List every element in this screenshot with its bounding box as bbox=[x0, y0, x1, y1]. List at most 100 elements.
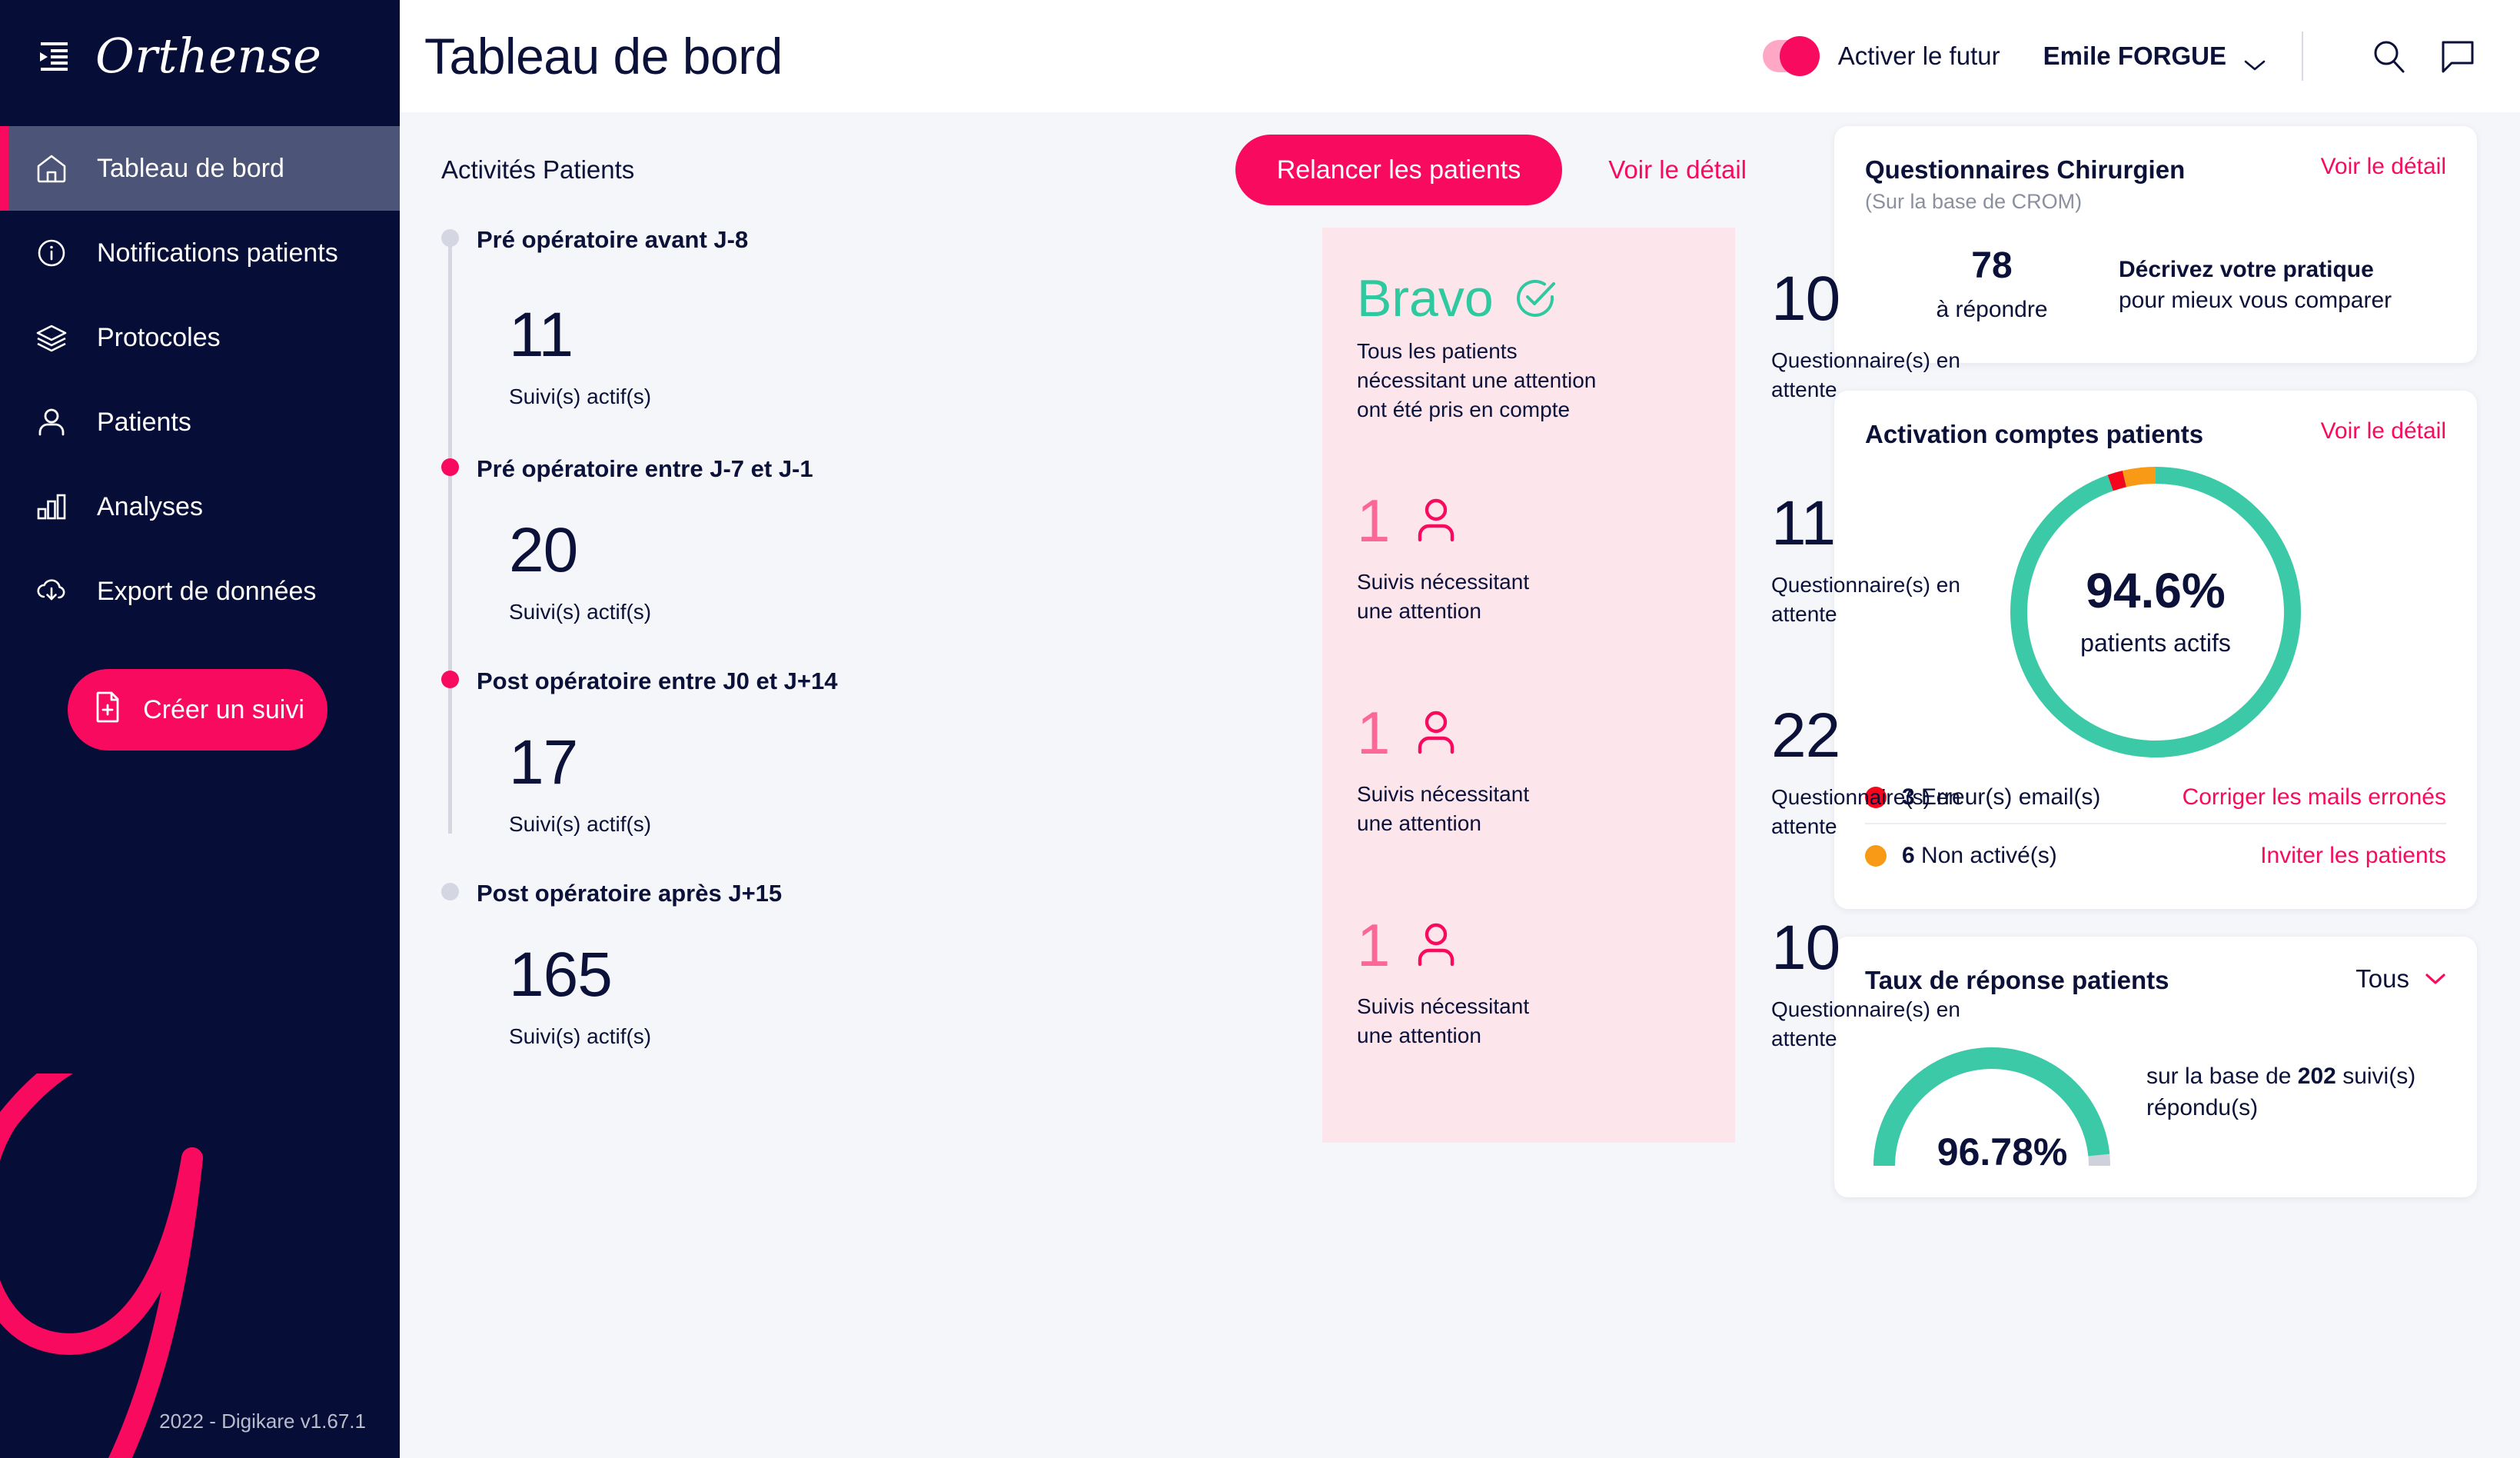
chat-bubble-icon[interactable] bbox=[2439, 37, 2477, 75]
page-title: Tableau de bord bbox=[424, 27, 783, 85]
questionnaire-label: Questionnaire(s) en attente bbox=[1771, 571, 1971, 629]
decorative-swirl bbox=[0, 1074, 377, 1458]
create-suivi-label: Créer un suivi bbox=[143, 695, 304, 725]
questionnaire-cell: 22 Questionnaire(s) en attente bbox=[1735, 669, 2166, 881]
person-icon bbox=[1416, 711, 1456, 755]
sidebar-item-export-de-donnees[interactable]: Export de données bbox=[0, 549, 400, 634]
timeline-rail bbox=[441, 881, 1322, 1104]
sidebar-item-analyses[interactable]: Analyses bbox=[0, 464, 400, 549]
filter-value: Tous bbox=[2355, 964, 2409, 994]
attention-cell: 1 Suivis nécessitant une attention bbox=[1322, 669, 1735, 881]
create-suivi-button[interactable]: Créer un suivi bbox=[68, 669, 327, 751]
questionnaire-label: Questionnaire(s) en attente bbox=[1771, 783, 1971, 841]
sidebar-item-notifications-patients[interactable]: Notifications patients bbox=[0, 211, 400, 295]
timeline-dot bbox=[441, 883, 459, 900]
sidebar-item-label: Patients bbox=[97, 409, 191, 435]
activity-row: Pré opératoire entre J-7 et J-1 20 Suivi… bbox=[441, 457, 1813, 669]
questionnaire-cell: 10 Questionnaire(s) en attente bbox=[1735, 228, 2166, 457]
questionnaire-label: Questionnaire(s) en attente bbox=[1771, 346, 1971, 404]
questionnaire-cell: 11 Questionnaire(s) en attente bbox=[1735, 457, 2166, 669]
timeline-cell: Post opératoire après J+15 165 Suivi(s) … bbox=[441, 881, 1322, 1104]
questionnaire-count: 10 bbox=[1771, 268, 2166, 331]
search-icon[interactable] bbox=[2369, 37, 2408, 75]
document-plus-icon bbox=[91, 690, 125, 731]
attention-count: 1 bbox=[1357, 703, 1390, 763]
person-icon bbox=[1416, 923, 1456, 967]
check-circle-icon bbox=[1514, 277, 1557, 320]
filter-select[interactable]: Tous bbox=[2355, 964, 2446, 994]
sidebar-item-tableau-de-bord[interactable]: Tableau de bord bbox=[0, 126, 400, 211]
activity-row: Post opératoire après J+15 165 Suivi(s) … bbox=[441, 881, 1813, 1104]
user-menu[interactable]: Emile FORGUE bbox=[2043, 42, 2266, 71]
sidebar-header: Orthense bbox=[0, 0, 400, 112]
activites-title: Activités Patients bbox=[441, 155, 634, 185]
timeline-line bbox=[448, 457, 452, 669]
questionnaire-count: 10 bbox=[1771, 917, 2166, 980]
sidebar-item-label: Protocoles bbox=[97, 325, 221, 351]
sidebar-item-label: Notifications patients bbox=[97, 240, 338, 266]
attention-label: Suivis nécessitant une attention bbox=[1357, 568, 1564, 626]
questionnaire-label: Questionnaire(s) en attente bbox=[1771, 995, 1971, 1054]
content: Activités Patients Relancer les patients… bbox=[400, 112, 2520, 1458]
toggle-switch[interactable] bbox=[1763, 40, 1820, 72]
gauge-percent: 96.78% bbox=[1937, 1130, 2068, 1174]
person-icon bbox=[1416, 498, 1456, 543]
main-area: Tableau de bord Activer le futur Emile F… bbox=[400, 0, 2520, 1458]
attention-cell: 1 Suivis nécessitant une attention bbox=[1322, 881, 1735, 1104]
relancer-les-patients-button[interactable]: Relancer les patients bbox=[1235, 135, 1563, 205]
corriger-mails-link[interactable]: Corriger les mails erronés bbox=[2183, 784, 2446, 811]
sidebar-item-patients[interactable]: Patients bbox=[0, 380, 400, 464]
timeline-line bbox=[448, 238, 452, 457]
voir-le-detail-link[interactable]: Voir le détail bbox=[2321, 154, 2446, 180]
card-header: Questionnaires Chirurgien (Sur la base d… bbox=[1865, 154, 2446, 214]
chevron-down-icon bbox=[2243, 49, 2266, 63]
user-icon bbox=[34, 404, 69, 440]
user-name: Emile FORGUE bbox=[2043, 42, 2226, 71]
timeline-rail bbox=[441, 669, 1322, 881]
card-title: Questionnaires Chirurgien bbox=[1865, 154, 2185, 185]
timeline-line bbox=[448, 669, 452, 834]
voir-le-detail-link[interactable]: Voir le détail bbox=[2321, 418, 2446, 444]
gauge-basis-text: sur la base de 202 suivi(s) répondu(s) bbox=[2146, 1061, 2446, 1123]
sidebar-item-label: Export de données bbox=[97, 578, 316, 604]
attention-cell: 1 Suivis nécessitant une attention bbox=[1322, 457, 1735, 669]
activites-grid: Bravo Tous les patients nécessitant une … bbox=[400, 228, 1813, 1104]
timeline-rail bbox=[441, 228, 1322, 457]
attention-row: 1 bbox=[1357, 915, 1735, 975]
timeline-dot bbox=[441, 671, 459, 688]
timeline-cell: Post opératoire entre J0 et J+14 17 Suiv… bbox=[441, 669, 1322, 881]
topbar-divider bbox=[2302, 32, 2303, 81]
timeline-dot bbox=[441, 229, 459, 247]
attention-count: 1 bbox=[1357, 491, 1390, 551]
bravo-block: Bravo Tous les patients nécessitant une … bbox=[1357, 272, 1695, 424]
sidebar-item-label: Analyses bbox=[97, 494, 203, 520]
attention-label: Suivis nécessitant une attention bbox=[1357, 780, 1564, 838]
activer-le-futur-toggle[interactable]: Activer le futur bbox=[1763, 40, 2000, 72]
layers-icon bbox=[34, 320, 69, 355]
toggle-label: Activer le futur bbox=[1838, 42, 2000, 71]
bar-chart-icon bbox=[34, 489, 69, 524]
basis-count: 202 bbox=[2298, 1064, 2336, 1089]
sidebar-item-label: Tableau de bord bbox=[97, 155, 284, 181]
activites-header: Activités Patients Relancer les patients… bbox=[400, 112, 1813, 228]
cloud-download-icon bbox=[34, 574, 69, 609]
sidebar: Orthense Tableau de bord bbox=[0, 0, 400, 1458]
voir-le-detail-link[interactable]: Voir le détail bbox=[1608, 155, 1747, 185]
inviter-patients-link[interactable]: Inviter les patients bbox=[2260, 843, 2446, 869]
topbar-actions: Activer le futur Emile FORGUE bbox=[1763, 32, 2477, 81]
activites-patients-panel: Activités Patients Relancer les patients… bbox=[400, 112, 1813, 1458]
timeline-dot bbox=[441, 458, 459, 476]
bravo-text: Tous les patients nécessitant une attent… bbox=[1357, 337, 1611, 424]
questionnaire-cell: 10 Questionnaire(s) en attente bbox=[1735, 881, 2166, 1104]
bravo-title: Bravo bbox=[1357, 272, 1494, 325]
attention-row: 1 bbox=[1357, 703, 1735, 763]
questionnaire-count: 11 bbox=[1771, 492, 2166, 555]
card-subtitle: (Sur la base de CROM) bbox=[1865, 190, 2185, 214]
bravo-row: Bravo bbox=[1357, 272, 1695, 325]
app-root: Orthense Tableau de bord bbox=[0, 0, 2520, 1458]
timeline-rail bbox=[441, 457, 1322, 669]
timeline-cell: Pré opératoire avant J-8 11 Suivi(s) act… bbox=[441, 228, 1322, 457]
collapse-sidebar-icon[interactable] bbox=[34, 41, 69, 72]
sidebar-item-protocoles[interactable]: Protocoles bbox=[0, 295, 400, 380]
questionnaire-count: 22 bbox=[1771, 704, 2166, 767]
